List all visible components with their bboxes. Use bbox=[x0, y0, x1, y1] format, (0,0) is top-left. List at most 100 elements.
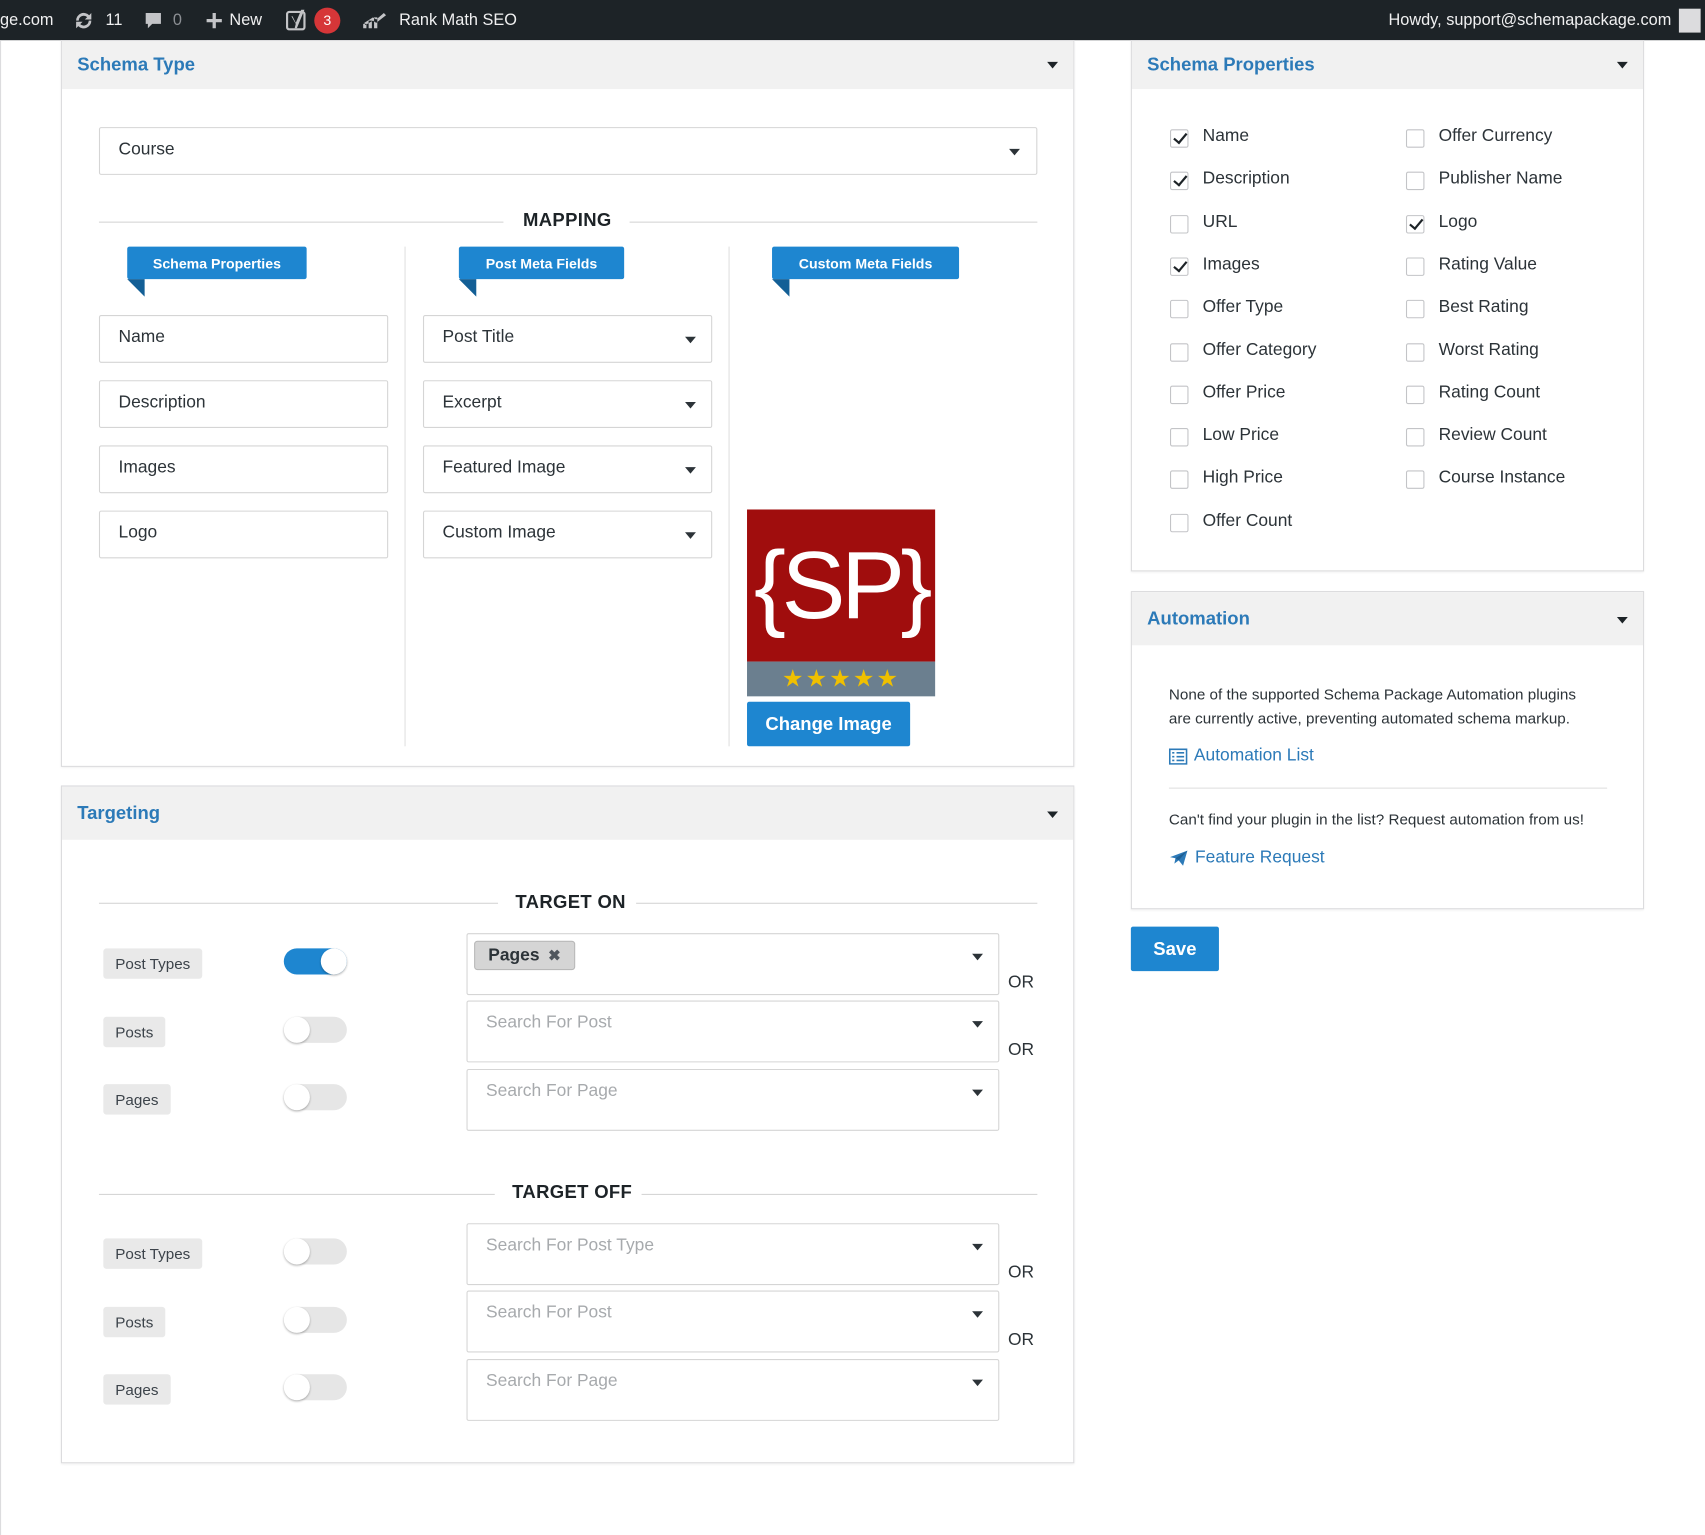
pages-tag: Pages bbox=[103, 1374, 171, 1405]
property-checkbox-label[interactable]: Course Instance bbox=[1439, 469, 1566, 489]
toggle-knob bbox=[320, 948, 347, 975]
property-checkbox-label[interactable]: Description bbox=[1203, 170, 1290, 190]
collapse-caret-icon[interactable] bbox=[1616, 61, 1628, 69]
save-button[interactable]: Save bbox=[1130, 926, 1219, 972]
schema-type-select[interactable]: Course bbox=[98, 127, 1038, 175]
target-on-divider-right bbox=[636, 902, 1038, 904]
targeting-panel-header[interactable]: Targeting bbox=[61, 786, 1074, 840]
change-image-button[interactable]: Change Image bbox=[747, 701, 911, 747]
property-checkbox[interactable] bbox=[1170, 385, 1189, 404]
property-checkbox-label[interactable]: URL bbox=[1203, 212, 1238, 232]
property-checkbox-label[interactable]: Rating Value bbox=[1439, 255, 1537, 275]
comments-link[interactable]: 0 bbox=[144, 0, 182, 40]
mapping-meta-select[interactable]: Excerpt bbox=[422, 380, 713, 429]
property-checkbox-label[interactable]: Publisher Name bbox=[1439, 170, 1563, 190]
mapping-meta-select[interactable]: Featured Image bbox=[422, 445, 713, 494]
property-checkbox-label[interactable]: Images bbox=[1203, 255, 1260, 275]
automation-notice-line1: None of the supported Schema Package Aut… bbox=[1168, 685, 1576, 703]
property-checkbox[interactable] bbox=[1170, 171, 1189, 191]
property-checkbox-label[interactable]: Offer Count bbox=[1203, 511, 1293, 531]
property-checkbox-label[interactable]: Worst Rating bbox=[1439, 341, 1539, 361]
property-checkbox[interactable] bbox=[1170, 214, 1189, 234]
yoast-icon bbox=[285, 9, 306, 30]
avatar[interactable] bbox=[1678, 8, 1701, 33]
property-checkbox[interactable] bbox=[1170, 470, 1189, 490]
property-checkbox-label[interactable]: Logo bbox=[1439, 212, 1478, 232]
mapping-property-field[interactable]: Images bbox=[98, 445, 389, 494]
chevron-down-icon bbox=[972, 1243, 983, 1251]
property-checkbox[interactable] bbox=[1405, 342, 1425, 362]
yoast-badge: 3 bbox=[314, 7, 341, 34]
property-checkbox-label[interactable]: Name bbox=[1203, 127, 1249, 147]
collapse-caret-icon[interactable] bbox=[1616, 617, 1628, 624]
feature-request-link[interactable]: Feature Request bbox=[1169, 848, 1325, 868]
property-checkbox[interactable] bbox=[1405, 470, 1425, 490]
mapping-meta-select[interactable]: Custom Image bbox=[422, 510, 713, 559]
property-checkbox-label[interactable]: Rating Count bbox=[1439, 383, 1541, 403]
site-name-link[interactable]: ge.com bbox=[0, 0, 54, 40]
automation-divider bbox=[1168, 787, 1608, 789]
property-checkbox-label[interactable]: Review Count bbox=[1439, 426, 1547, 446]
property-checkbox-label[interactable]: Offer Category bbox=[1203, 341, 1317, 361]
schema-properties-title: Schema Properties bbox=[1147, 54, 1315, 75]
pages-include-select[interactable]: Search For Page bbox=[466, 1068, 1000, 1131]
admin-content-edge bbox=[0, 40, 2, 1535]
rankmath-menu[interactable]: Rank Math SEO bbox=[362, 0, 517, 40]
collapse-caret-icon[interactable] bbox=[1047, 811, 1059, 819]
new-content-link[interactable]: New bbox=[206, 0, 262, 40]
collapse-caret-icon[interactable] bbox=[1047, 61, 1059, 69]
yoast-menu[interactable]: 3 bbox=[285, 0, 341, 40]
pages-exclude-select[interactable]: Search For Page bbox=[466, 1358, 1000, 1421]
pages-toggle[interactable] bbox=[283, 1084, 347, 1111]
property-checkbox[interactable] bbox=[1405, 171, 1425, 191]
pages-exclude-toggle[interactable] bbox=[283, 1374, 347, 1401]
property-checkbox[interactable] bbox=[1405, 385, 1425, 404]
my-account-link[interactable]: Howdy, support@schemapackage.com bbox=[1388, 0, 1671, 40]
posts-include-select[interactable]: Search For Post bbox=[466, 1000, 1000, 1063]
mapping-meta-select[interactable]: Post Title bbox=[422, 315, 713, 363]
schema-type-panel-header[interactable]: Schema Type bbox=[61, 41, 1074, 90]
posts-exclude-toggle[interactable] bbox=[283, 1306, 347, 1333]
property-checkbox[interactable] bbox=[1170, 257, 1189, 276]
logo-text: {SP} bbox=[747, 509, 936, 662]
target-off-divider-left bbox=[98, 1193, 495, 1195]
post-types-exclude-select[interactable]: Search For Post Type bbox=[466, 1223, 1000, 1286]
property-checkbox[interactable] bbox=[1405, 129, 1425, 148]
updates-link[interactable]: 11 bbox=[73, 0, 122, 40]
automation-notice-line2: are currently active, preventing automat… bbox=[1168, 709, 1571, 727]
post-types-toggle[interactable] bbox=[283, 948, 347, 975]
posts-exclude-select[interactable]: Search For Post bbox=[466, 1290, 1000, 1353]
property-checkbox-label[interactable]: High Price bbox=[1203, 469, 1283, 489]
property-checkbox[interactable] bbox=[1170, 428, 1189, 447]
mapping-meta-value: Featured Image bbox=[442, 458, 566, 477]
property-checkbox[interactable] bbox=[1405, 257, 1425, 276]
post-types-exclude-toggle[interactable] bbox=[283, 1238, 347, 1265]
property-checkbox-label[interactable]: Best Rating bbox=[1439, 298, 1529, 318]
property-checkbox[interactable] bbox=[1405, 300, 1425, 319]
mapping-meta-value: Custom Image bbox=[442, 523, 556, 543]
rankmath-icon bbox=[363, 12, 387, 28]
property-checkbox[interactable] bbox=[1405, 214, 1425, 234]
property-checkbox-label[interactable]: Offer Price bbox=[1203, 383, 1286, 403]
schema-properties-panel-header[interactable]: Schema Properties bbox=[1131, 41, 1644, 90]
greeting-text: Howdy, support@schemapackage.com bbox=[1388, 10, 1672, 30]
property-checkbox-label[interactable]: Offer Type bbox=[1203, 298, 1284, 318]
toggle-knob bbox=[283, 1374, 310, 1401]
chevron-down-icon bbox=[685, 467, 696, 474]
property-checkbox[interactable] bbox=[1170, 342, 1189, 362]
posts-toggle[interactable] bbox=[283, 1016, 347, 1043]
mapping-property-field[interactable]: Name bbox=[98, 315, 389, 363]
property-checkbox[interactable] bbox=[1170, 129, 1189, 148]
property-checkbox[interactable] bbox=[1170, 300, 1189, 319]
mapping-property-field[interactable]: Description bbox=[98, 380, 389, 429]
automation-panel-header[interactable]: Automation bbox=[1131, 592, 1644, 646]
remove-chip-icon[interactable]: ✖ bbox=[548, 946, 561, 964]
property-checkbox-label[interactable]: Offer Currency bbox=[1439, 127, 1553, 147]
post-types-include-select[interactable]: Pages ✖ bbox=[466, 933, 1000, 996]
property-checkbox[interactable] bbox=[1405, 428, 1425, 447]
mapping-property-field[interactable]: Logo bbox=[98, 510, 389, 559]
property-checkbox[interactable] bbox=[1170, 513, 1189, 532]
property-checkbox-label[interactable]: Low Price bbox=[1203, 426, 1279, 446]
automation-list-link[interactable]: Automation List bbox=[1168, 746, 1314, 766]
selected-chip-pages[interactable]: Pages ✖ bbox=[474, 940, 576, 971]
